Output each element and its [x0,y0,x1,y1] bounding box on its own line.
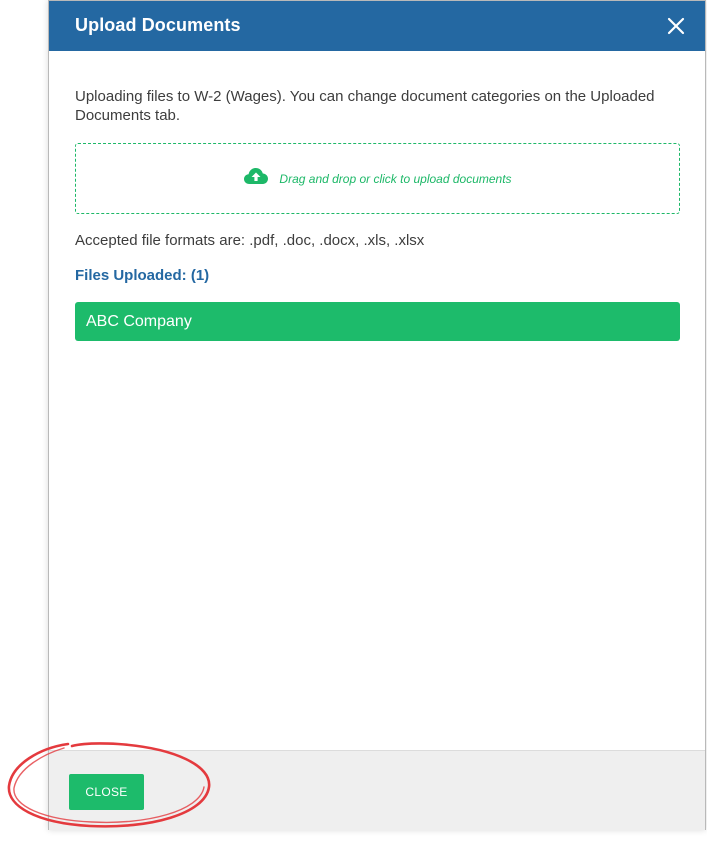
modal-title: Upload Documents [75,15,241,35]
uploaded-file-name: ABC Company [86,312,192,330]
page: Upload Documents Uploading files to W-2 … [0,0,707,851]
upload-dropzone[interactable]: Drag and drop or click to upload documen… [75,143,680,214]
modal-header: Upload Documents [49,1,705,51]
uploaded-file-item[interactable]: ABC Company [75,302,680,341]
dropzone-content: Drag and drop or click to upload documen… [243,167,512,190]
accepted-formats-text: Accepted file formats are: .pdf, .doc, .… [75,232,425,249]
files-uploaded-heading: Files Uploaded: (1) [75,267,210,284]
upload-documents-modal: Upload Documents Uploading files to W-2 … [48,0,706,830]
close-icon[interactable] [665,15,687,37]
close-button[interactable]: CLOSE [69,774,144,810]
cloud-upload-icon [243,167,269,190]
dropzone-label: Drag and drop or click to upload documen… [279,171,512,186]
upload-intro-text: Uploading files to W-2 (Wages). You can … [75,88,655,124]
modal-footer: CLOSE [49,750,705,830]
